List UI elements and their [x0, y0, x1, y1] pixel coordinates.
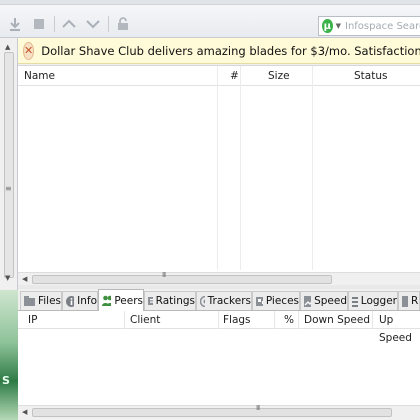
column-divider[interactable]: [218, 311, 219, 329]
unlock-button[interactable]: [112, 14, 134, 34]
ad-letter: S: [2, 374, 10, 387]
hscroll-thumb[interactable]: [32, 408, 392, 417]
rss-icon: [402, 295, 408, 307]
tab-trackers-label: Trackers: [207, 295, 251, 307]
stop-icon: [34, 19, 44, 29]
tab-rss[interactable]: R: [398, 291, 420, 310]
column-divider[interactable]: [372, 311, 373, 329]
files-icon: [24, 295, 35, 306]
chevron-down-icon: [86, 20, 100, 29]
column-divider[interactable]: [240, 66, 241, 270]
chevron-up-icon: [62, 19, 76, 28]
logger-icon: [352, 296, 358, 307]
info-icon: [66, 295, 75, 307]
detail-tabs: Files Info Peers Ratings Trackers Pieces…: [18, 289, 420, 311]
column-header-size[interactable]: Size: [268, 66, 290, 86]
ratings-icon: [148, 296, 153, 305]
search-provider-dropdown-icon[interactable]: ▼: [336, 22, 341, 30]
column-header-up-speed[interactable]: Up Speed: [379, 311, 420, 344]
trackers-icon: [200, 295, 205, 307]
unlock-icon: [118, 17, 128, 30]
pieces-icon: [256, 296, 263, 306]
tab-files-label: Files: [37, 295, 61, 307]
scroll-grip: III: [162, 271, 166, 279]
tab-ratings[interactable]: Ratings: [144, 291, 196, 310]
column-header-client[interactable]: Client: [130, 311, 160, 329]
tab-info[interactable]: Info: [62, 291, 98, 310]
tab-speed[interactable]: Speed: [300, 291, 348, 310]
torrent-list-header: Name # Size Status: [18, 66, 420, 86]
search-box[interactable]: µ ▼: [318, 16, 420, 36]
scroll-left-arrow-icon[interactable]: ◀: [22, 408, 27, 416]
sidebar-scrollbar-thumb[interactable]: [4, 52, 14, 278]
tab-peers[interactable]: Peers: [98, 289, 144, 311]
tab-speed-label: Speed: [314, 295, 347, 307]
tab-peers-label: Peers: [114, 294, 143, 307]
scroll-grip: III: [256, 404, 260, 412]
toolbar: µ ▼: [0, 0, 420, 38]
sidebar-ad-image[interactable]: S: [0, 290, 18, 420]
utorrent-logo-icon[interactable]: µ: [322, 19, 333, 33]
ad-banner[interactable]: ✕ Dollar Shave Club delivers amazing bla…: [18, 38, 420, 64]
tab-info-label: Info: [77, 295, 97, 307]
peers-table[interactable]: IP Client Flags % Down Speed Up Speed ◀ …: [18, 311, 420, 420]
tab-rss-label: R: [411, 295, 419, 307]
column-header-number[interactable]: #: [230, 66, 239, 86]
search-input[interactable]: [345, 20, 420, 32]
scroll-left-arrow-icon[interactable]: ◀: [22, 275, 27, 283]
tab-pieces-label: Pieces: [265, 295, 299, 307]
column-divider[interactable]: [312, 66, 313, 270]
speed-icon: [304, 295, 312, 307]
column-header-flags[interactable]: Flags: [223, 311, 251, 329]
column-header-percent[interactable]: %: [284, 311, 294, 329]
ad-banner-text[interactable]: Dollar Shave Club delivers amazing blade…: [41, 44, 420, 58]
hscroll-thumb[interactable]: [32, 275, 332, 284]
download-icon: [10, 18, 20, 31]
tab-files[interactable]: Files: [20, 291, 62, 310]
tab-trackers[interactable]: Trackers: [196, 291, 252, 310]
move-down-button[interactable]: [82, 14, 104, 34]
column-divider[interactable]: [217, 66, 218, 270]
tab-logger[interactable]: Logger: [348, 291, 398, 310]
toolbar-top-strip: [0, 0, 420, 5]
column-header-down-speed[interactable]: Down Speed: [304, 311, 370, 329]
scroll-up-arrow-icon[interactable]: ▲: [5, 43, 10, 51]
stop-button[interactable]: [28, 14, 50, 34]
column-divider[interactable]: [124, 311, 125, 329]
scrollbar-grip-icon: ≡: [5, 184, 12, 193]
column-divider[interactable]: [274, 311, 275, 329]
column-divider[interactable]: [298, 311, 299, 329]
peers-icon: [102, 295, 112, 306]
column-header-status[interactable]: Status: [354, 66, 387, 86]
tab-logger-label: Logger: [360, 295, 397, 307]
torrent-list[interactable]: Name # Size Status ◀ III: [18, 65, 420, 286]
peers-table-header: IP Client Flags % Down Speed Up Speed: [18, 311, 420, 344]
app-window: µ ▼ ▲ ≡ ▼ S ✕ Dollar Shave Club delivers…: [0, 0, 420, 420]
column-header-ip[interactable]: IP: [28, 311, 37, 329]
column-header-name[interactable]: Name: [24, 66, 55, 86]
scroll-down-arrow-icon[interactable]: ▼: [5, 274, 10, 282]
tab-pieces[interactable]: Pieces: [252, 291, 300, 310]
tab-ratings-label: Ratings: [155, 295, 195, 307]
toolbar-separator: [108, 16, 109, 32]
download-button[interactable]: [4, 14, 26, 34]
razor-cross-icon: ✕: [23, 41, 35, 60]
toolbar-separator: [54, 16, 55, 32]
move-up-button[interactable]: [58, 14, 80, 34]
torrent-list-hscrollbar[interactable]: ◀ III: [18, 271, 420, 286]
peers-table-hscrollbar[interactable]: ◀ III: [18, 404, 420, 420]
